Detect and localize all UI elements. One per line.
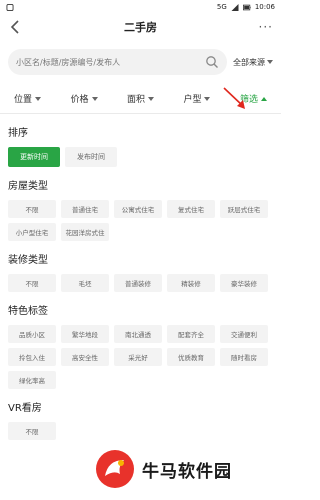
feature-option[interactable]: 优质教育 (167, 348, 215, 366)
sort-option[interactable]: 更新时间 (8, 147, 60, 167)
decoration-title: 装修类型 (8, 255, 48, 266)
source-dropdown[interactable]: 全部来源 (233, 57, 273, 68)
chevron-down-icon (35, 96, 42, 101)
decoration-option[interactable]: 普通装修 (114, 274, 162, 292)
house-type-options: 不限 普通住宅 公寓式住宅 复式住宅 跃层式住宅 小户型住宅 花园洋房式住 (8, 200, 273, 241)
network-label: 5G (216, 3, 227, 11)
back-button[interactable] (6, 18, 24, 36)
vr-option[interactable]: 不限 (8, 422, 56, 440)
feature-option[interactable]: 繁华地段 (61, 325, 109, 343)
house-type-option[interactable]: 公寓式住宅 (114, 200, 162, 218)
annotation-arrow-icon (223, 87, 245, 109)
feature-option[interactable]: 南北通透 (114, 325, 162, 343)
decoration-option[interactable]: 毛坯 (61, 274, 109, 292)
vr-options: 不限 (8, 422, 273, 440)
features-title: 特色标签 (8, 306, 48, 317)
decoration-option[interactable]: 精装修 (167, 274, 215, 292)
filter-area-label: 面积 (126, 95, 145, 105)
feature-option[interactable]: 拎包入住 (8, 348, 56, 366)
decoration-option[interactable]: 不限 (8, 274, 56, 292)
filter-layout-label: 户型 (183, 95, 202, 105)
decoration-options: 不限 毛坯 普通装修 精装修 豪华装修 (8, 274, 273, 292)
app-header: 二手房 ··· (0, 14, 281, 40)
status-bar: 5G 10:06 (0, 0, 281, 14)
features-options: 品质小区 繁华地段 南北通透 配套齐全 交通便利 拎包入住 高安全性 采光好 优… (8, 325, 273, 389)
house-type-option[interactable]: 跃层式住宅 (220, 200, 268, 218)
feature-option[interactable]: 交通便利 (220, 325, 268, 343)
battery-icon (242, 4, 251, 10)
status-time: 10:06 (254, 3, 275, 11)
source-label: 全部来源 (233, 57, 265, 67)
search-box[interactable] (8, 49, 227, 75)
chevron-up-icon (260, 96, 267, 101)
filter-panel: 排序 更新时间 发布时间 房屋类型 不限 普通住宅 公寓式住宅 复式住宅 跃层式… (0, 124, 281, 440)
sort-options: 更新时间 发布时间 (8, 147, 273, 167)
chevron-down-icon (267, 60, 273, 64)
house-type-option[interactable]: 花园洋房式住 (61, 223, 109, 241)
filter-layout[interactable]: 户型 (183, 92, 211, 105)
feature-option[interactable]: 随时看房 (220, 348, 268, 366)
sort-title: 排序 (8, 128, 28, 139)
house-type-option[interactable]: 不限 (8, 200, 56, 218)
filter-location-label: 位置 (14, 95, 33, 105)
page-title: 二手房 (124, 21, 157, 34)
back-arrow-icon (10, 20, 19, 34)
watermark-logo-icon (96, 450, 134, 488)
search-icon[interactable] (205, 55, 219, 69)
app-icon (6, 3, 14, 11)
house-type-title: 房屋类型 (8, 181, 48, 192)
signal-icon (231, 3, 239, 11)
search-input[interactable] (16, 57, 205, 67)
sort-option[interactable]: 发布时间 (65, 147, 117, 167)
house-type-option[interactable]: 复式住宅 (167, 200, 215, 218)
filter-price-label: 价格 (70, 95, 89, 105)
more-button[interactable]: ··· (259, 20, 273, 34)
feature-option[interactable]: 配套齐全 (167, 325, 215, 343)
feature-option[interactable]: 品质小区 (8, 325, 56, 343)
house-type-option[interactable]: 普通住宅 (61, 200, 109, 218)
vr-title: VR看房 (8, 403, 42, 414)
chevron-down-icon (204, 96, 211, 101)
search-row: 全部来源 (0, 46, 281, 78)
decoration-option[interactable]: 豪华装修 (220, 274, 268, 292)
feature-option[interactable]: 高安全性 (61, 348, 109, 366)
chevron-down-icon (91, 96, 98, 101)
feature-option[interactable]: 绿化率高 (8, 371, 56, 389)
watermark: 牛马软件园 (94, 448, 232, 490)
watermark-text: 牛马软件园 (142, 461, 232, 482)
feature-option[interactable]: 采光好 (114, 348, 162, 366)
house-type-option[interactable]: 小户型住宅 (8, 223, 56, 241)
filter-location[interactable]: 位置 (14, 92, 42, 105)
chevron-down-icon (147, 96, 154, 101)
filter-price[interactable]: 价格 (70, 92, 98, 105)
filter-area[interactable]: 面积 (127, 92, 154, 105)
